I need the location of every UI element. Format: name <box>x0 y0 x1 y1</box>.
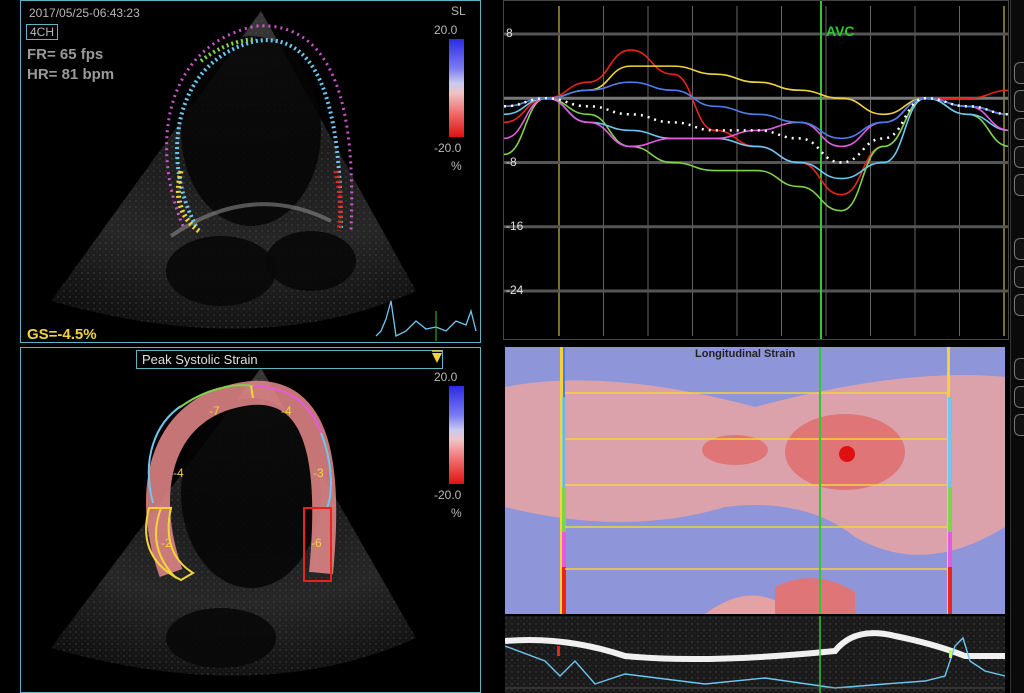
side-button[interactable] <box>1014 294 1024 316</box>
y-tick-label: -24 <box>506 283 524 297</box>
side-button[interactable] <box>1014 174 1024 196</box>
side-button[interactable] <box>1014 414 1024 436</box>
scale-min: -20.0 <box>434 141 462 155</box>
echo-view-4ch[interactable]: 2017/05/25-06:43:23 4CH FR= 65 fps HR= 8… <box>20 0 481 343</box>
side-control-strip <box>1010 0 1024 693</box>
view-label: 4CH <box>26 24 59 40</box>
side-button[interactable] <box>1014 90 1024 112</box>
scale-max: 20.0 <box>434 23 458 37</box>
segment-value: -6 <box>311 536 322 550</box>
chevron-down-icon <box>432 350 442 363</box>
strain-series-line <box>504 97 1008 212</box>
side-button[interactable] <box>1014 266 1024 288</box>
strain-series-line <box>504 49 1008 196</box>
timestamp: 2017/05/25-06:43:23 <box>29 6 140 20</box>
segment-value: -7 <box>209 404 220 418</box>
scale-unit: % <box>451 159 462 173</box>
measurement-dropdown[interactable]: Peak Systolic Strain <box>136 350 443 369</box>
color-scale-bar <box>449 39 464 137</box>
scale-min: -20.0 <box>434 488 462 502</box>
segment-value: -3 <box>313 466 324 480</box>
side-button[interactable] <box>1014 358 1024 380</box>
y-tick-label: 8 <box>506 26 513 40</box>
y-tick-label: -16 <box>506 218 524 233</box>
strain-map <box>505 347 1005 614</box>
lv-cavity <box>181 36 321 226</box>
strain-series-line <box>504 97 1008 180</box>
color-scale-bar <box>449 386 464 484</box>
sl-label: SL <box>451 4 466 18</box>
avc-label: AVC <box>826 23 855 39</box>
segment-image <box>51 368 416 676</box>
scale-max: 20.0 <box>434 370 458 384</box>
frame-rate: FR= 65 fps <box>27 46 104 63</box>
m-mode-strip[interactable] <box>505 616 1005 693</box>
side-button[interactable] <box>1014 386 1024 408</box>
map-title: Longitudinal Strain <box>695 348 796 360</box>
dropdown-arrow-button[interactable] <box>431 350 443 366</box>
ecg-trace <box>375 300 477 337</box>
side-button[interactable] <box>1014 146 1024 168</box>
y-tick-label: -8 <box>506 154 517 169</box>
global-strain: GS=-4.5% <box>27 326 97 343</box>
strain-segment-view[interactable]: Peak Systolic Strain 20.0 -20.0 % -7 -4 … <box>20 347 481 693</box>
side-button[interactable] <box>1014 238 1024 260</box>
side-button[interactable] <box>1014 62 1024 84</box>
strain-curve-chart[interactable]: AVC 8 -8 -16 -24 <box>503 0 1009 340</box>
dropdown-value: Peak Systolic Strain <box>142 352 258 367</box>
strain-color-map[interactable]: Longitudinal Strain <box>505 347 1005 614</box>
heart-rate: HR= 81 bpm <box>27 66 115 83</box>
side-button[interactable] <box>1014 118 1024 140</box>
m-mode-image <box>505 616 1005 693</box>
segment-value: -2 <box>161 536 172 550</box>
segment-value: -4 <box>281 404 292 418</box>
segment-value: -4 <box>173 466 184 480</box>
strain-curves <box>504 1 1008 339</box>
scale-unit: % <box>451 506 462 520</box>
